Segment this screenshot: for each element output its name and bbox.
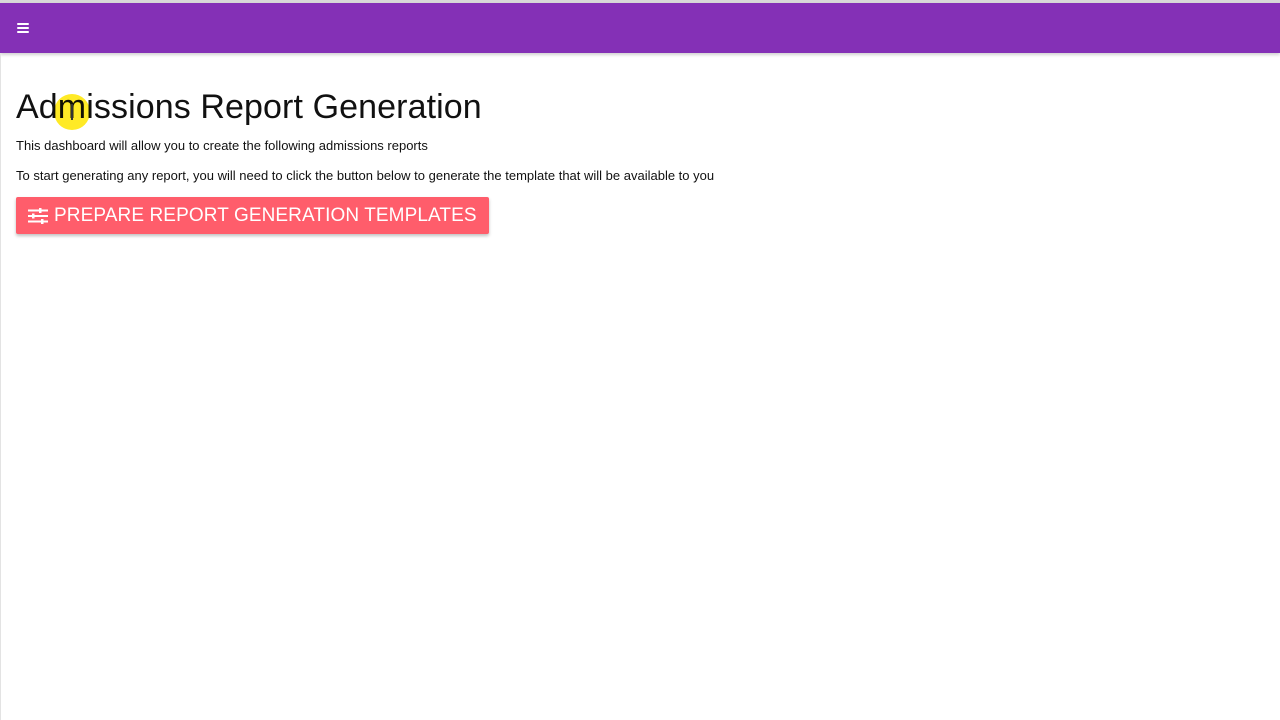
instruction-text: To start generating any report, you will…: [16, 168, 715, 183]
prepare-templates-label: PREPARE REPORT GENERATION TEMPLATES: [54, 204, 477, 226]
menu-icon: [17, 23, 29, 33]
page-left-border: [0, 53, 1, 720]
app-bar: [0, 3, 1280, 53]
prepare-templates-button[interactable]: PREPARE REPORT GENERATION TEMPLATES: [16, 197, 489, 234]
tune-icon: [28, 207, 48, 224]
page-title: Admissions Report Generation: [16, 88, 482, 126]
dashboard-description: This dashboard will allow you to create …: [16, 138, 428, 153]
main-content: Admissions Report Generation This dashbo…: [16, 84, 1256, 234]
menu-button[interactable]: [10, 15, 36, 41]
